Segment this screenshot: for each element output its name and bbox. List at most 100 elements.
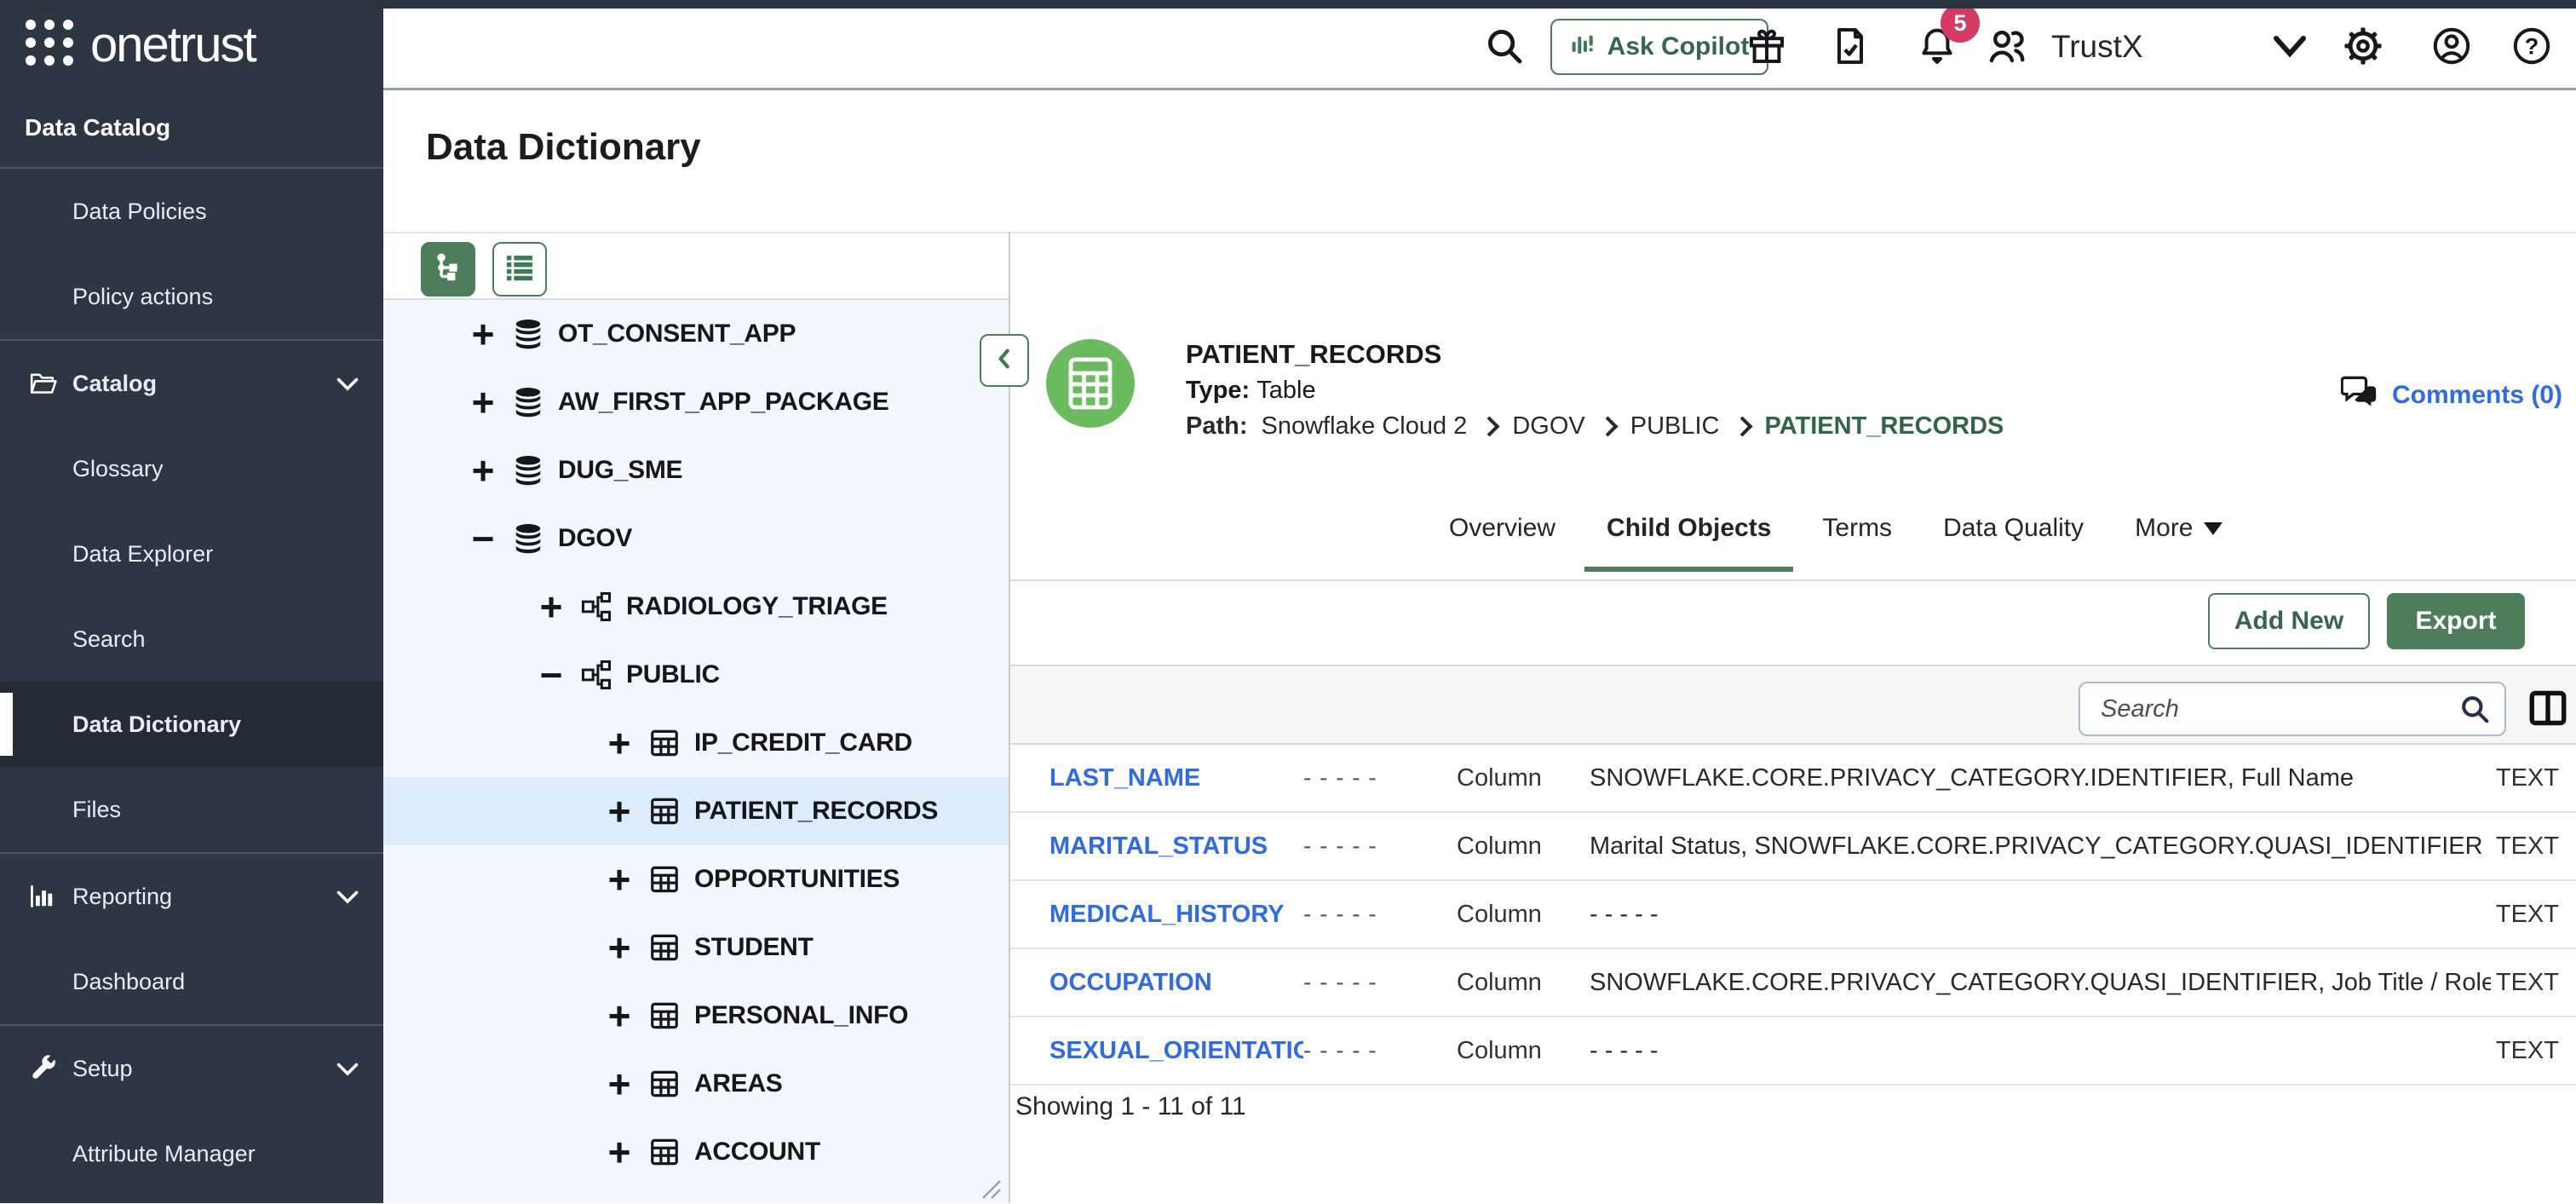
collapse-node-icon[interactable]: −	[464, 520, 502, 557]
gift-icon[interactable]	[1746, 26, 1787, 66]
tree-node-patient-records[interactable]: + PATIENT_RECORDS	[383, 777, 1009, 845]
column-object-type: Column	[1457, 832, 1590, 861]
org-switcher-label[interactable]: TrustX	[2051, 29, 2143, 65]
column-name-link[interactable]: MEDICAL_HISTORY	[1010, 901, 1303, 929]
sidebar-item-label: Attribute Manager	[72, 1141, 256, 1167]
export-button[interactable]: Export	[2387, 593, 2525, 649]
tree-node-radiology-triage[interactable]: + RADIOLOGY_TRIAGE	[383, 573, 1009, 641]
users-icon[interactable]	[1987, 26, 2027, 66]
sidebar-item-glossary[interactable]: Glossary	[0, 426, 383, 511]
app-launcher-grid-icon[interactable]	[24, 17, 75, 72]
sidebar-item-setup[interactable]: Setup	[0, 1026, 383, 1111]
sidebar-nav: Data PoliciesPolicy actionsCatalogGlossa…	[0, 167, 383, 1196]
column-name-link[interactable]: MARITAL_STATUS	[1010, 832, 1303, 861]
tabs-divider	[1010, 579, 2576, 581]
tree-node-label[interactable]: OT_CONSENT_APP	[558, 320, 796, 349]
expand-node-icon[interactable]: +	[601, 929, 638, 966]
tree-node-label[interactable]: IP_CREDIT_CARD	[694, 729, 912, 758]
tree-node-personal-info[interactable]: + PERSONAL_INFO	[383, 982, 1009, 1050]
search-icon[interactable]	[2458, 693, 2491, 725]
expand-node-icon[interactable]: +	[464, 452, 502, 489]
tree-node-label[interactable]: STUDENT	[694, 933, 814, 962]
account-icon[interactable]	[2431, 26, 2472, 66]
tree-node-label[interactable]: AREAS	[694, 1069, 783, 1098]
collapse-node-icon[interactable]: −	[532, 656, 570, 694]
expand-node-icon[interactable]: +	[601, 861, 638, 898]
tree-node-aw-first-app-package[interactable]: + AW_FIRST_APP_PACKAGE	[383, 368, 1009, 436]
tab-label: More	[2135, 514, 2193, 543]
sidebar-item-search[interactable]: Search	[0, 596, 383, 682]
tree-node-opportunities[interactable]: + OPPORTUNITIES	[383, 845, 1009, 913]
sidebar-item-dashboard[interactable]: Dashboard	[0, 939, 383, 1024]
panel-resize-handle[interactable]	[976, 1174, 1002, 1200]
tree-view-toggle-button[interactable]	[421, 242, 475, 297]
tree-node-label[interactable]: DGOV	[558, 524, 632, 553]
task-document-icon[interactable]	[1830, 26, 1871, 66]
tree-node-account[interactable]: + ACCOUNT	[383, 1118, 1009, 1186]
expand-node-icon[interactable]: +	[464, 315, 502, 353]
expand-node-icon[interactable]: +	[532, 588, 570, 625]
expand-node-icon[interactable]: +	[601, 997, 638, 1034]
tree-node-label[interactable]: PATIENT_RECORDS	[694, 797, 938, 826]
page-title: Data Dictionary	[426, 126, 701, 169]
expand-node-icon[interactable]: +	[464, 383, 502, 421]
sidebar-item-data-policies[interactable]: Data Policies	[0, 169, 383, 254]
app-root: onetrust Data Catalog Data PoliciesPolic…	[0, 0, 2576, 1203]
sidebar-item-files[interactable]: Files	[0, 767, 383, 852]
settings-gear-icon[interactable]	[2343, 26, 2383, 66]
sidebar-item-data-explorer[interactable]: Data Explorer	[0, 511, 383, 596]
list-view-toggle-button[interactable]	[492, 242, 547, 297]
database-icon	[512, 318, 544, 350]
tree-node-dug-sme[interactable]: + DUG_SME	[383, 436, 1009, 504]
chevron-right-icon	[1732, 416, 1752, 436]
tree-node-label[interactable]: AW_FIRST_APP_PACKAGE	[558, 388, 889, 417]
chevron-down-icon[interactable]	[2269, 26, 2310, 66]
column-chooser-icon[interactable]	[2527, 687, 2569, 729]
ask-copilot-button[interactable]: Ask Copilot	[1550, 19, 1768, 75]
tree-node-ot-consent-app[interactable]: + OT_CONSENT_APP	[383, 300, 1009, 368]
sidebar-item-data-dictionary[interactable]: Data Dictionary	[0, 682, 383, 767]
expand-node-icon[interactable]: +	[601, 1065, 638, 1103]
tree-node-student[interactable]: + STUDENT	[383, 913, 1009, 982]
comments-link[interactable]: Comments (0)	[2341, 375, 2562, 416]
tab-terms[interactable]: Terms	[1800, 514, 1914, 572]
tree-node-label[interactable]: PUBLIC	[626, 660, 720, 689]
tree-node-label[interactable]: DUG_SME	[558, 456, 682, 485]
breadcrumb-public[interactable]: PUBLIC	[1630, 412, 1720, 441]
expand-node-icon[interactable]: +	[601, 1133, 638, 1171]
detail-tabs: OverviewChild ObjectsTermsData Quality Mo…	[1427, 514, 2245, 572]
expand-node-icon[interactable]: +	[601, 792, 638, 830]
tab-overview[interactable]: Overview	[1427, 514, 1578, 572]
column-name-link[interactable]: OCCUPATION	[1010, 969, 1303, 997]
expand-node-icon[interactable]: +	[601, 724, 638, 762]
sidebar-item-catalog[interactable]: Catalog	[0, 341, 383, 426]
tree-node-dgov[interactable]: − DGOV	[383, 504, 1009, 573]
schema-icon	[580, 590, 612, 623]
tab-more[interactable]: More	[2113, 514, 2244, 572]
breadcrumb-snowflake-cloud-2[interactable]: Snowflake Cloud 2	[1262, 412, 1468, 441]
add-new-button[interactable]: Add New	[2208, 593, 2370, 649]
collapse-panel-button[interactable]	[980, 334, 1029, 387]
help-icon[interactable]: ?	[2511, 26, 2552, 66]
column-attributes: - - - - -	[1303, 901, 1457, 928]
tree-view-icon	[432, 251, 464, 288]
search-input[interactable]	[2079, 682, 2506, 736]
tree-node-label[interactable]: PERSONAL_INFO	[694, 1001, 908, 1030]
breadcrumb-dgov[interactable]: DGOV	[1512, 412, 1584, 441]
tree-node-label[interactable]: RADIOLOGY_TRIAGE	[626, 592, 888, 621]
tree-node-ip-credit-card[interactable]: + IP_CREDIT_CARD	[383, 709, 1009, 777]
tree-node-areas[interactable]: + AREAS	[383, 1050, 1009, 1118]
tree-node-label[interactable]: OPPORTUNITIES	[694, 865, 900, 894]
sidebar-item-attribute-manager[interactable]: Attribute Manager	[0, 1111, 383, 1196]
search-icon[interactable]	[1484, 26, 1525, 66]
tab-data-quality[interactable]: Data Quality	[1921, 514, 2106, 572]
sidebar-item-reporting[interactable]: Reporting	[0, 854, 383, 939]
tab-child-objects[interactable]: Child Objects	[1584, 514, 1793, 572]
tree-node-public[interactable]: − PUBLIC	[383, 641, 1009, 709]
sidebar-item-policy-actions[interactable]: Policy actions	[0, 254, 383, 339]
tree-node-label[interactable]: ACCOUNT	[694, 1138, 820, 1167]
column-name-link[interactable]: LAST_NAME	[1010, 764, 1303, 792]
ask-copilot-label: Ask Copilot	[1607, 32, 1750, 61]
column-name-link[interactable]: SEXUAL_ORIENTATION	[1010, 1037, 1303, 1065]
onetrust-logo[interactable]: onetrust	[90, 20, 256, 71]
